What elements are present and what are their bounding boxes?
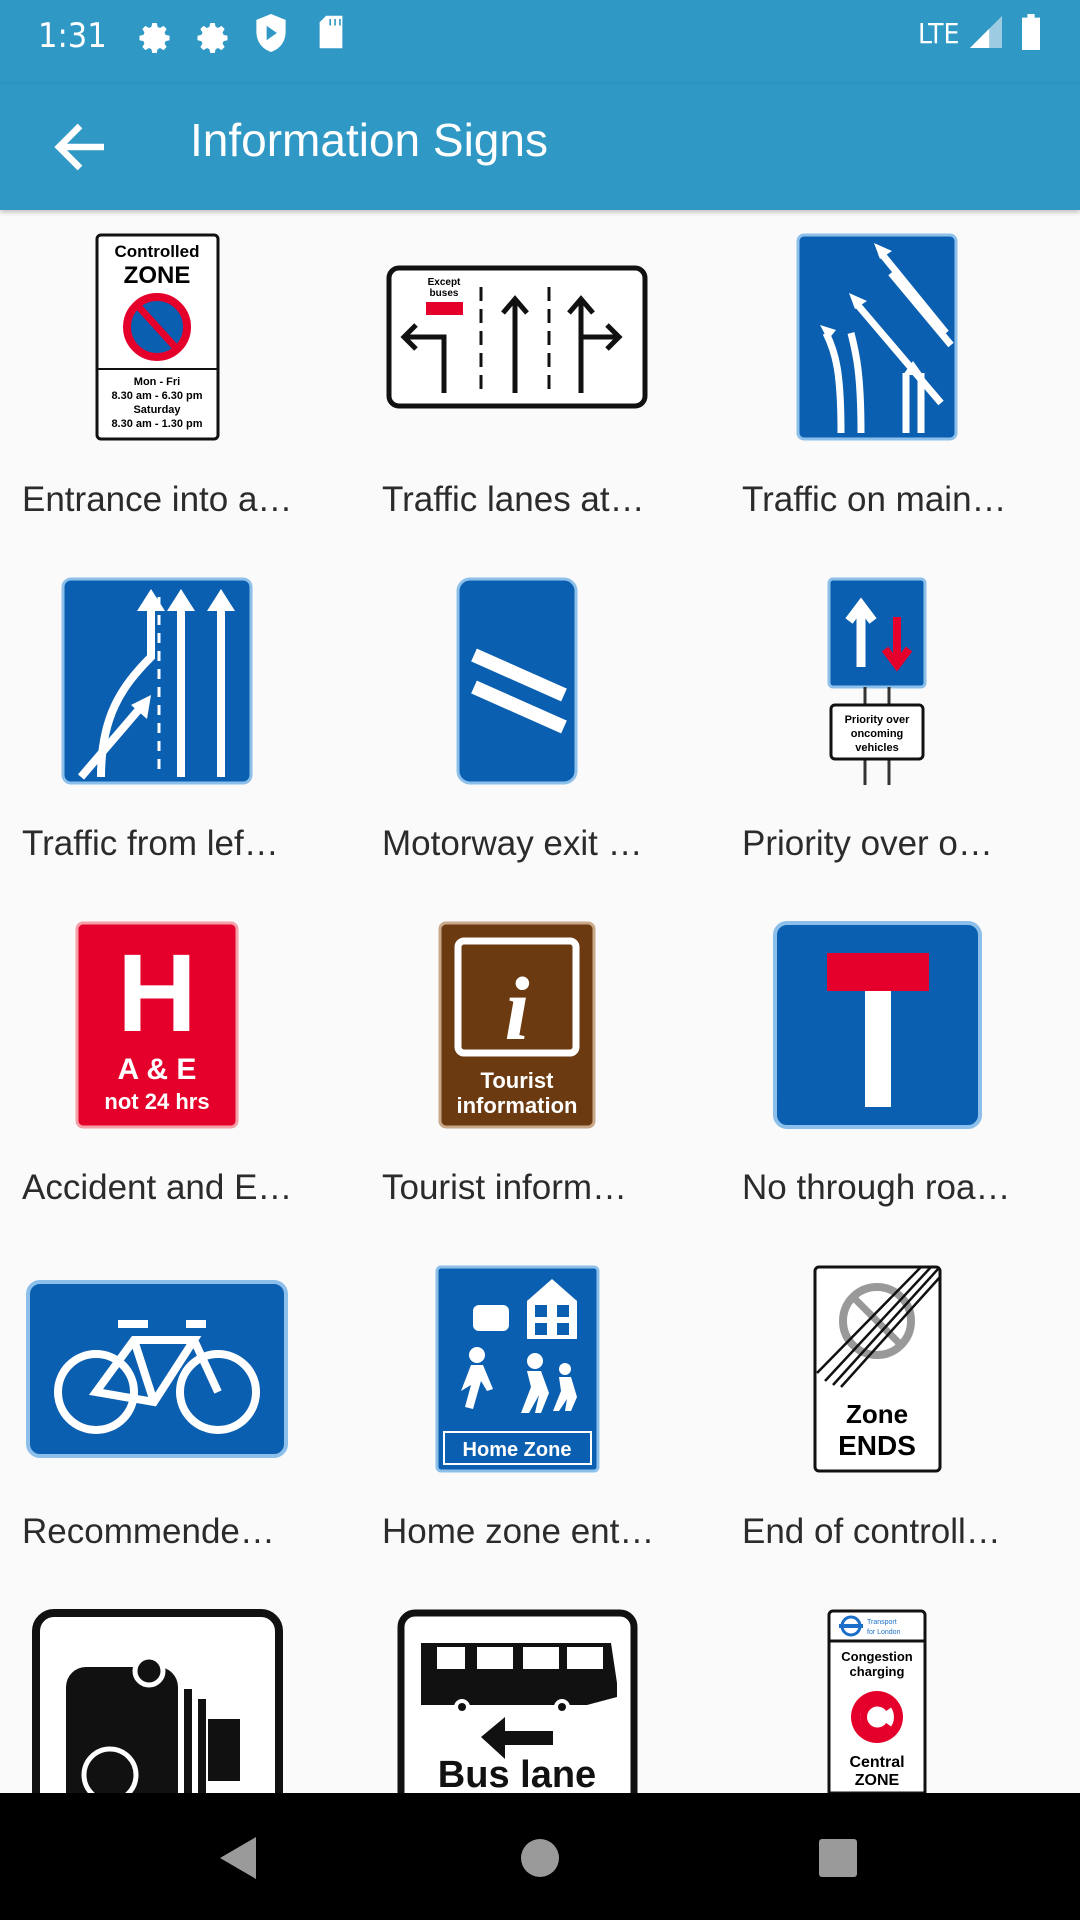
- arrow-back-icon[interactable]: [44, 111, 116, 183]
- svg-text:Tourist: Tourist: [481, 1068, 555, 1093]
- sign-label: Priority over o…: [742, 824, 993, 863]
- svg-text:Saturday: Saturday: [133, 404, 181, 416]
- svg-text:charging: charging: [850, 1664, 905, 1679]
- svg-text:for London: for London: [867, 1629, 901, 1636]
- svg-text:Priority over: Priority over: [845, 714, 911, 726]
- svg-text:oncoming: oncoming: [851, 728, 904, 740]
- app-bar: Information Signs: [0, 84, 1080, 210]
- traffic-on-main-carriageway-sign-image: [796, 233, 958, 441]
- tourist-information-sign-image: i Tourist information: [438, 921, 596, 1129]
- nav-home-icon[interactable]: [500, 1817, 580, 1897]
- signal-icon: [970, 16, 1002, 48]
- svg-text:information: information: [457, 1093, 578, 1118]
- congestion-charging-sign-image: Transport for London Congestioncharging C…: [827, 1609, 927, 1793]
- sign-item[interactable]: i Tourist information Tourist inform…: [360, 898, 720, 1242]
- svg-text:8.30 am - 1.30 pm: 8.30 am - 1.30 pm: [111, 418, 202, 430]
- svg-text:ENDS: ENDS: [838, 1430, 916, 1461]
- svg-text:vehicles: vehicles: [855, 742, 898, 754]
- sign-item[interactable]: [0, 1586, 360, 1793]
- sign-label: Home zone ent…: [382, 1512, 655, 1551]
- no-through-road-sign-image: [772, 921, 982, 1129]
- sign-item[interactable]: Motorway exit …: [360, 554, 720, 898]
- svg-text:8.30 am - 6.30 pm: 8.30 am - 6.30 pm: [111, 390, 202, 402]
- sign-label: End of controll…: [742, 1512, 1001, 1551]
- sign-item[interactable]: Recommende…: [0, 1242, 360, 1586]
- network-type: LTE: [918, 17, 960, 50]
- svg-text:Central: Central: [849, 1754, 904, 1771]
- navigation-bar: [0, 1793, 1080, 1920]
- svg-text:buses: buses: [430, 288, 459, 299]
- controlled-zone-sign-image: Controlled ZONE Mon - Fri 8.30 am - 6.30…: [95, 233, 219, 441]
- svg-text:Controlled: Controlled: [114, 242, 199, 261]
- svg-text:Mon - Fri: Mon - Fri: [133, 376, 179, 388]
- svg-text:Except: Except: [428, 277, 461, 288]
- battery-icon: [1022, 14, 1040, 50]
- page-title: Information Signs: [190, 114, 548, 166]
- sign-item[interactable]: Controlled ZONE Mon - Fri 8.30 am - 6.30…: [0, 210, 360, 554]
- traffic-from-left-sign-image: [61, 577, 253, 785]
- sign-label: Accident and E…: [22, 1168, 293, 1207]
- sign-label: Tourist inform…: [382, 1168, 628, 1207]
- gear-icon: [139, 23, 170, 54]
- svg-text:Zone: Zone: [845, 1399, 907, 1429]
- sign-item[interactable]: Bus lane: [360, 1586, 720, 1793]
- sign-label: Traffic lanes at…: [382, 480, 645, 519]
- speed-camera-sign-image: [31, 1609, 283, 1793]
- accident-emergency-sign-image: H A & E not 24 hrs: [75, 921, 239, 1129]
- status-bar: 1:31 LTE: [0, 0, 1080, 84]
- gear-icon: [197, 23, 228, 54]
- nav-back-icon[interactable]: [200, 1817, 280, 1897]
- svg-text:i: i: [504, 960, 529, 1059]
- sign-item[interactable]: Except buses Traffic lanes at…: [360, 210, 720, 554]
- sign-label: Traffic on main…: [742, 480, 1007, 519]
- sign-label: Traffic from lef…: [22, 824, 279, 863]
- recommended-cycle-route-sign-image: [26, 1280, 288, 1458]
- sign-item[interactable]: Traffic from lef…: [0, 554, 360, 898]
- sign-grid[interactable]: Controlled ZONE Mon - Fri 8.30 am - 6.30…: [0, 210, 1080, 1793]
- sign-item[interactable]: No through roa…: [720, 898, 1080, 1242]
- home-zone-sign-image: Home Zone: [435, 1265, 599, 1473]
- sd-card-icon: [319, 15, 343, 49]
- svg-text:Bus lane: Bus lane: [437, 1754, 595, 1793]
- sign-item[interactable]: Zone ENDS End of controll…: [720, 1242, 1080, 1586]
- sign-label: Entrance into a…: [22, 480, 293, 519]
- status-time: 1:31: [38, 16, 107, 56]
- svg-text:Transport: Transport: [867, 1619, 897, 1626]
- svg-text:Congestion: Congestion: [841, 1649, 913, 1664]
- sign-item[interactable]: Traffic on main…: [720, 210, 1080, 554]
- svg-text:Home Zone: Home Zone: [462, 1439, 571, 1461]
- end-of-controlled-zone-sign-image: Zone ENDS: [813, 1265, 941, 1473]
- priority-over-oncoming-sign-image: Priority over oncoming vehicles: [827, 577, 927, 785]
- svg-text:H: H: [117, 932, 196, 1055]
- sign-label: Recommende…: [22, 1512, 275, 1551]
- svg-text:not 24 hrs: not 24 hrs: [104, 1089, 209, 1114]
- svg-text:ZONE: ZONE: [855, 1772, 900, 1789]
- sign-item[interactable]: Home Zone Home zone ent…: [360, 1242, 720, 1586]
- motorway-exit-sign-image: [456, 577, 578, 785]
- sign-label: Motorway exit …: [382, 824, 643, 863]
- bus-lane-sign-image: Bus lane: [397, 1609, 637, 1793]
- sign-label: No through roa…: [742, 1168, 1011, 1207]
- traffic-lanes-sign-image: Exceptbuses: [386, 265, 648, 409]
- svg-text:A & E: A & E: [118, 1053, 197, 1086]
- svg-text:ZONE: ZONE: [123, 262, 190, 289]
- sign-item[interactable]: Priority over oncoming vehicles Priority o…: [720, 554, 1080, 898]
- sign-item[interactable]: Transport for London Congestion charging C…: [720, 1586, 1080, 1793]
- shield-play-icon: [256, 14, 286, 52]
- nav-recents-icon[interactable]: [798, 1817, 878, 1897]
- sign-item[interactable]: H A & E not 24 hrs Accident and E…: [0, 898, 360, 1242]
